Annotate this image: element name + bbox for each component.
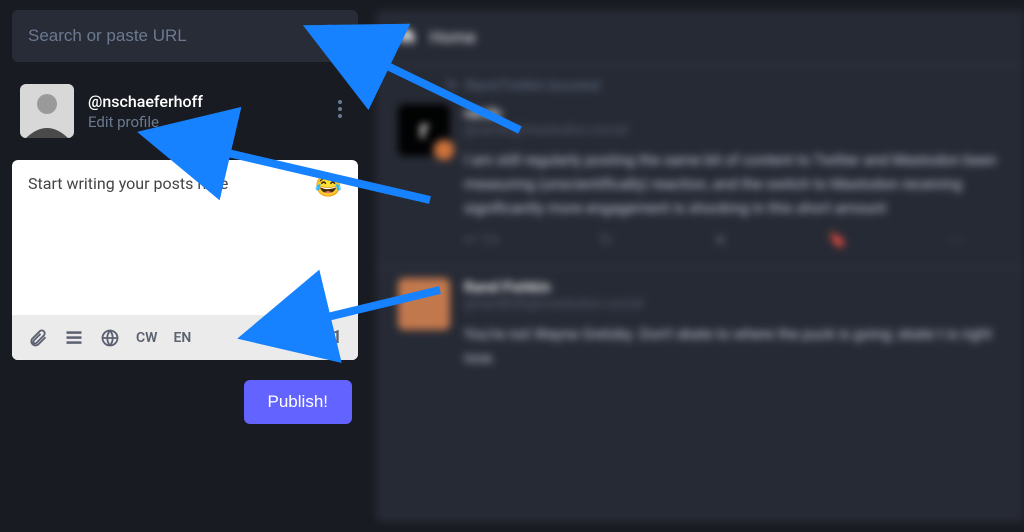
post-author-name[interactable]: rands: [464, 104, 1002, 122]
search-icon[interactable]: [320, 23, 342, 49]
boost-icon: ↻: [446, 78, 458, 94]
search-bar[interactable]: [12, 10, 358, 62]
emoji-picker-icon[interactable]: 😂: [315, 174, 342, 199]
post-author-name[interactable]: Rand Fishkin: [464, 278, 1002, 296]
avatar[interactable]: [20, 84, 74, 138]
timeline-column: Home ↻ Rand Fishkin boosted r rands @ran…: [376, 10, 1024, 522]
more-icon[interactable]: ⋯: [948, 230, 964, 249]
attachment-icon[interactable]: [28, 328, 48, 348]
post-content: You're not Wayne Gretzky. Don't skate to…: [464, 322, 1002, 370]
edit-profile-link[interactable]: Edit profile: [88, 113, 316, 131]
compose-textarea[interactable]: [28, 174, 315, 212]
post-avatar[interactable]: [398, 278, 450, 330]
content-warning-button[interactable]: CW: [136, 330, 157, 346]
boost-action-icon[interactable]: ↻: [600, 230, 613, 249]
reply-icon[interactable]: ↩ 1+: [464, 230, 499, 249]
username: @nschaeferhoff: [88, 92, 316, 111]
timeline-title: Home: [430, 28, 476, 48]
search-input[interactable]: [28, 26, 320, 46]
compose-top: 😂: [12, 160, 358, 315]
favorite-icon[interactable]: ★: [713, 230, 727, 249]
post-author-handle: @randfish@mastodon.social: [464, 296, 1002, 312]
visibility-icon[interactable]: [100, 328, 120, 348]
compose-box: 😂 CW EN 471: [12, 160, 358, 360]
bookmark-icon[interactable]: 🔖: [828, 230, 848, 249]
poll-icon[interactable]: [64, 328, 84, 348]
post-author-handle: @rands@mastodon.social: [464, 122, 1002, 138]
compose-toolbar: CW EN 471: [12, 315, 358, 360]
post-avatar[interactable]: r: [398, 104, 450, 156]
post-content: I am still regularly posting the same bi…: [464, 148, 1002, 220]
language-button[interactable]: EN: [173, 330, 191, 346]
compose-sidebar: @nschaeferhoff Edit profile 😂: [0, 0, 370, 532]
publish-button[interactable]: Publish!: [244, 380, 352, 424]
timeline-post[interactable]: r rands @rands@mastodon.social I am stil…: [376, 94, 1024, 267]
timeline-header: Home: [376, 10, 1024, 66]
profile-text: @nschaeferhoff Edit profile: [88, 92, 316, 131]
boost-text: Rand Fishkin boosted: [466, 78, 600, 94]
publish-row: Publish!: [12, 376, 358, 428]
boost-indicator: ↻ Rand Fishkin boosted: [376, 66, 1024, 94]
profile-row: @nschaeferhoff Edit profile: [12, 78, 358, 144]
character-counter: 471: [311, 327, 342, 348]
timeline-post[interactable]: Rand Fishkin @randfish@mastodon.social Y…: [376, 268, 1024, 388]
home-icon: [398, 26, 416, 49]
post-actions: ↩ 1+ ↻ ★ 🔖 ⋯: [464, 220, 964, 249]
booster-mini-avatar: [432, 138, 456, 162]
kebab-menu-icon[interactable]: [330, 92, 350, 130]
